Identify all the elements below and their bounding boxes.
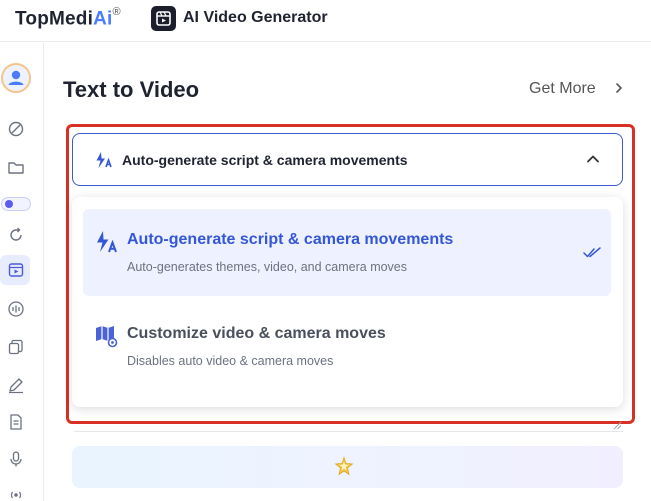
user-icon <box>8 70 24 85</box>
mode-option-description: Disables auto video & camera moves <box>127 354 334 368</box>
mode-option-description: Auto-generates themes, video, and camera… <box>127 260 408 274</box>
get-more-link[interactable]: Get More <box>529 80 596 98</box>
broadcast-icon[interactable] <box>6 484 26 501</box>
sparkle-icon <box>334 456 354 476</box>
mode-select-value: Auto-generate script & camera movements <box>122 152 408 168</box>
brand-logo[interactable]: TopMediAi® <box>15 6 121 30</box>
document-icon[interactable] <box>6 412 26 432</box>
generate-button[interactable] <box>72 446 623 488</box>
auto-script-icon <box>96 152 112 168</box>
chevron-up-icon[interactable] <box>585 151 601 167</box>
resize-grip-icon[interactable] <box>612 420 622 430</box>
pen-icon[interactable] <box>6 375 26 395</box>
microphone-icon[interactable] <box>6 449 26 469</box>
avatar[interactable] <box>1 63 31 93</box>
mode-option-label: Customize video & camera moves <box>127 325 386 342</box>
app-title: AI Video Generator <box>183 9 328 26</box>
page-title: Text to Video <box>63 77 200 102</box>
toggle-switch[interactable] <box>1 197 31 211</box>
prompt-textarea-edge <box>74 424 623 432</box>
sidebar <box>0 43 44 501</box>
toggle-knob <box>5 200 13 208</box>
video-play-icon[interactable] <box>6 260 26 280</box>
double-check-icon <box>583 247 601 258</box>
mode-dropdown: Auto-generate script & camera movements … <box>72 197 623 407</box>
brand-ai: Ai <box>93 8 113 30</box>
refresh-icon[interactable] <box>6 225 26 245</box>
magic-wand-icon[interactable] <box>6 119 26 139</box>
mode-option-customize[interactable]: Customize video & camera moves Disables … <box>83 303 611 390</box>
app-header: TopMediAi® AI Video Generator <box>0 0 651 42</box>
copy-icon[interactable] <box>6 337 26 357</box>
folder-icon[interactable] <box>6 157 26 177</box>
mode-option-label: Auto-generate script & camera movements <box>127 231 454 248</box>
audio-wave-icon[interactable] <box>6 299 26 319</box>
mode-select[interactable]: Auto-generate script & camera movements <box>72 133 623 186</box>
mode-option-auto[interactable]: Auto-generate script & camera movements … <box>83 209 611 296</box>
film-play-icon <box>151 6 176 31</box>
auto-script-icon <box>97 231 117 253</box>
customize-map-icon <box>96 326 118 348</box>
chevron-right-icon[interactable] <box>612 81 626 95</box>
brand-name: TopMedi <box>15 8 94 30</box>
brand-registered: ® <box>112 6 121 18</box>
